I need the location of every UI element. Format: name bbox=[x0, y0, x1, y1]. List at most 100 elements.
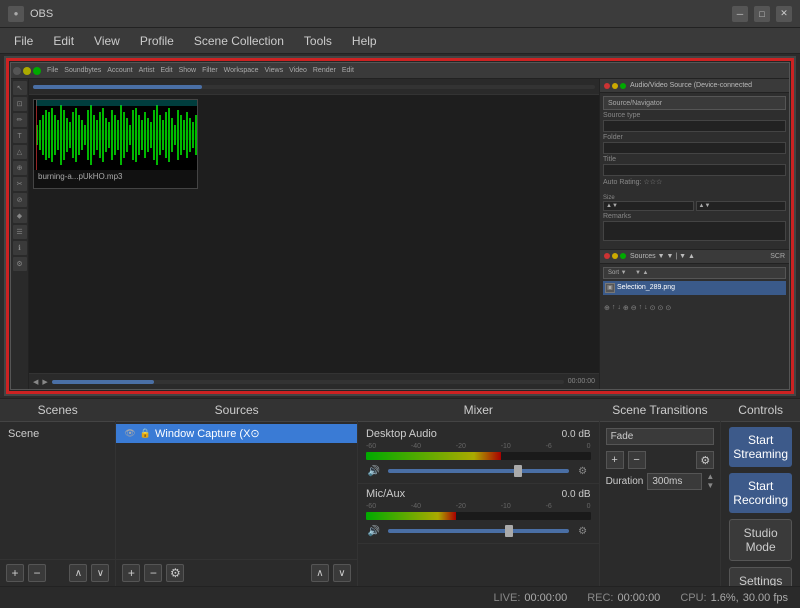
maximize-button[interactable]: □ bbox=[754, 6, 770, 22]
mixer-panel: Mixer Desktop Audio 0.0 dB -60-40-20-10-… bbox=[358, 399, 600, 586]
scenes-up-button[interactable]: ∧ bbox=[69, 564, 87, 582]
transition-remove-button[interactable]: − bbox=[628, 451, 646, 469]
inner-panel-header-bottom: Sources ▼ ▼ | ▼ ▲ SCR bbox=[600, 250, 789, 264]
sources-add-button[interactable]: + bbox=[122, 564, 140, 582]
live-time: 00:00:00 bbox=[524, 592, 567, 604]
scenes-panel-content: Scene bbox=[0, 422, 115, 559]
menu-scene-collection[interactable]: Scene Collection bbox=[184, 30, 294, 52]
transition-buttons-row: + − ⚙ bbox=[606, 451, 715, 469]
studio-mode-button[interactable]: Studio Mode bbox=[729, 519, 792, 561]
tool-info[interactable]: ℹ bbox=[13, 241, 27, 255]
tool-select[interactable]: ⊡ bbox=[13, 97, 27, 111]
controls-panel-title: Controls bbox=[721, 399, 800, 422]
sources-panel: Sources 👁 🔒 Window Capture (X⊙ + − ⚙ ∧ ∨ bbox=[116, 399, 358, 586]
rec-time: 00:00:00 bbox=[617, 592, 660, 604]
mixer-mic-name: Mic/Aux bbox=[366, 488, 405, 500]
mixer-desktop-thumb bbox=[514, 465, 522, 477]
title-bar-left: ● OBS bbox=[8, 6, 53, 22]
duration-input[interactable] bbox=[647, 473, 702, 490]
controls-panel-content: Start Streaming Start Recording Studio M… bbox=[721, 422, 800, 586]
preview-area: File Soundbytes Account Artist Edit Show… bbox=[4, 56, 796, 396]
title-bar: ● OBS ─ □ ✕ bbox=[0, 0, 800, 28]
mixer-desktop-ticks: -60-40-20-10-60 bbox=[366, 443, 591, 450]
sources-panel-footer: + − ⚙ ∧ ∨ bbox=[116, 559, 357, 586]
mixer-desktop-slider[interactable] bbox=[388, 469, 569, 473]
transition-type-select[interactable]: Fade Cut Swipe Slide bbox=[606, 428, 715, 445]
scenes-remove-button[interactable]: − bbox=[28, 564, 46, 582]
transitions-panel-content: Fade Cut Swipe Slide + − ⚙ Duration ▲ ▼ bbox=[600, 422, 721, 586]
menu-file[interactable]: File bbox=[4, 30, 43, 52]
tool-settings2[interactable]: ⚙ bbox=[13, 257, 27, 271]
mixer-mic-thumb bbox=[505, 525, 513, 537]
mixer-desktop-controls: 🔊 ⚙ bbox=[366, 463, 591, 479]
sources-up-button[interactable]: ∧ bbox=[311, 564, 329, 582]
mixer-desktop-db: 0.0 dB bbox=[562, 429, 591, 440]
menu-profile[interactable]: Profile bbox=[130, 30, 184, 52]
tool-zoom[interactable]: ⊕ bbox=[13, 161, 27, 175]
menu-tools[interactable]: Tools bbox=[294, 30, 342, 52]
inner-toolbar: ↖ ⊡ ✏ T △ ⊕ ✂ ⊘ ◆ ☰ ℹ ⚙ bbox=[11, 79, 29, 389]
bottom-panels: Scenes Scene + − ∧ ∨ Sources 👁 🔒 Window … bbox=[0, 398, 800, 586]
tool-marker[interactable]: ◆ bbox=[13, 209, 27, 223]
rec-status: REC: 00:00:00 bbox=[587, 592, 660, 604]
duration-row: Duration ▲ ▼ bbox=[606, 473, 715, 490]
mixer-mic-meter bbox=[366, 512, 591, 520]
sources-remove-button[interactable]: − bbox=[144, 564, 162, 582]
transition-add-button[interactable]: + bbox=[606, 451, 624, 469]
mixer-mic-mute[interactable]: 🔊 bbox=[366, 523, 382, 539]
mixer-desktop-settings[interactable]: ⚙ bbox=[575, 463, 591, 479]
tool-shape[interactable]: △ bbox=[13, 145, 27, 159]
mixer-channel-desktop-header: Desktop Audio 0.0 dB bbox=[366, 428, 591, 440]
source-lock-icon[interactable]: 🔒 bbox=[140, 428, 151, 439]
mixer-panel-content: Desktop Audio 0.0 dB -60-40-20-10-60 🔊 ⚙ bbox=[358, 422, 599, 586]
tool-text[interactable]: T bbox=[13, 129, 27, 143]
close-button[interactable]: ✕ bbox=[776, 6, 792, 22]
inner-obs-window: File Soundbytes Account Artist Edit Show… bbox=[10, 62, 790, 390]
inner-body: ↖ ⊡ ✏ T △ ⊕ ✂ ⊘ ◆ ☰ ℹ ⚙ bbox=[11, 79, 789, 389]
menu-bar: File Edit View Profile Scene Collection … bbox=[0, 28, 800, 54]
controls-panel: Controls Start Streaming Start Recording… bbox=[721, 399, 800, 586]
scenes-down-button[interactable]: ∨ bbox=[91, 564, 109, 582]
menu-edit[interactable]: Edit bbox=[43, 30, 84, 52]
live-label: LIVE: bbox=[493, 592, 520, 604]
transition-settings-button[interactable]: ⚙ bbox=[696, 451, 714, 469]
mixer-desktop-name: Desktop Audio bbox=[366, 428, 437, 440]
inner-right-panel: Audio/Video Source (Device-connected Sou… bbox=[599, 79, 789, 389]
tool-cursor[interactable]: ↖ bbox=[13, 81, 27, 95]
mixer-mic-settings[interactable]: ⚙ bbox=[575, 523, 591, 539]
menu-view[interactable]: View bbox=[84, 30, 130, 52]
start-recording-button[interactable]: Start Recording bbox=[729, 473, 792, 513]
live-status: LIVE: 00:00:00 bbox=[493, 592, 567, 604]
waveform-svg bbox=[34, 100, 197, 170]
menu-help[interactable]: Help bbox=[342, 30, 387, 52]
minimize-button[interactable]: ─ bbox=[732, 6, 748, 22]
start-streaming-button[interactable]: Start Streaming bbox=[729, 427, 792, 467]
mixer-panel-title: Mixer bbox=[358, 399, 599, 422]
cpu-value: 1.6%, bbox=[711, 592, 739, 604]
tool-cut[interactable]: ✂ bbox=[13, 177, 27, 191]
inner-right-bottom: Sources ▼ ▼ | ▼ ▲ SCR Sort ▼ ▼ ▲ ▣ Selec… bbox=[600, 250, 789, 390]
title-bar-controls: ─ □ ✕ bbox=[732, 6, 792, 22]
scene-item[interactable]: Scene bbox=[0, 424, 115, 444]
scenes-add-button[interactable]: + bbox=[6, 564, 24, 582]
window-title: OBS bbox=[30, 8, 53, 20]
mixer-desktop-mute[interactable]: 🔊 bbox=[366, 463, 382, 479]
scenes-panel-title: Scenes bbox=[0, 399, 115, 422]
fps-value: 30.00 fps bbox=[743, 592, 788, 604]
scenes-panel-footer: + − ∧ ∨ bbox=[0, 559, 115, 586]
tool-hand[interactable]: ☰ bbox=[13, 225, 27, 239]
status-bar: LIVE: 00:00:00 REC: 00:00:00 CPU: 1.6%, … bbox=[0, 586, 800, 608]
cpu-label: CPU: bbox=[680, 592, 706, 604]
inner-canvas-area: burning-a...pUkHO.mp3 ◀ ▶ 00:00:00 bbox=[29, 79, 599, 389]
settings-button[interactable]: Settings bbox=[729, 567, 792, 586]
mixer-mic-ticks: -60-40-20-10-60 bbox=[366, 503, 591, 510]
sources-down-button[interactable]: ∨ bbox=[333, 564, 351, 582]
mixer-channel-mic: Mic/Aux 0.0 dB -60-40-20-10-60 🔊 ⚙ bbox=[358, 484, 599, 544]
mixer-mic-db: 0.0 dB bbox=[562, 489, 591, 500]
sources-settings-button[interactable]: ⚙ bbox=[166, 564, 184, 582]
source-item-window-capture[interactable]: 👁 🔒 Window Capture (X⊙ bbox=[116, 424, 357, 443]
source-visibility-icon[interactable]: 👁 bbox=[124, 428, 135, 439]
tool-razor[interactable]: ⊘ bbox=[13, 193, 27, 207]
mixer-mic-slider[interactable] bbox=[388, 529, 569, 533]
tool-pen[interactable]: ✏ bbox=[13, 113, 27, 127]
